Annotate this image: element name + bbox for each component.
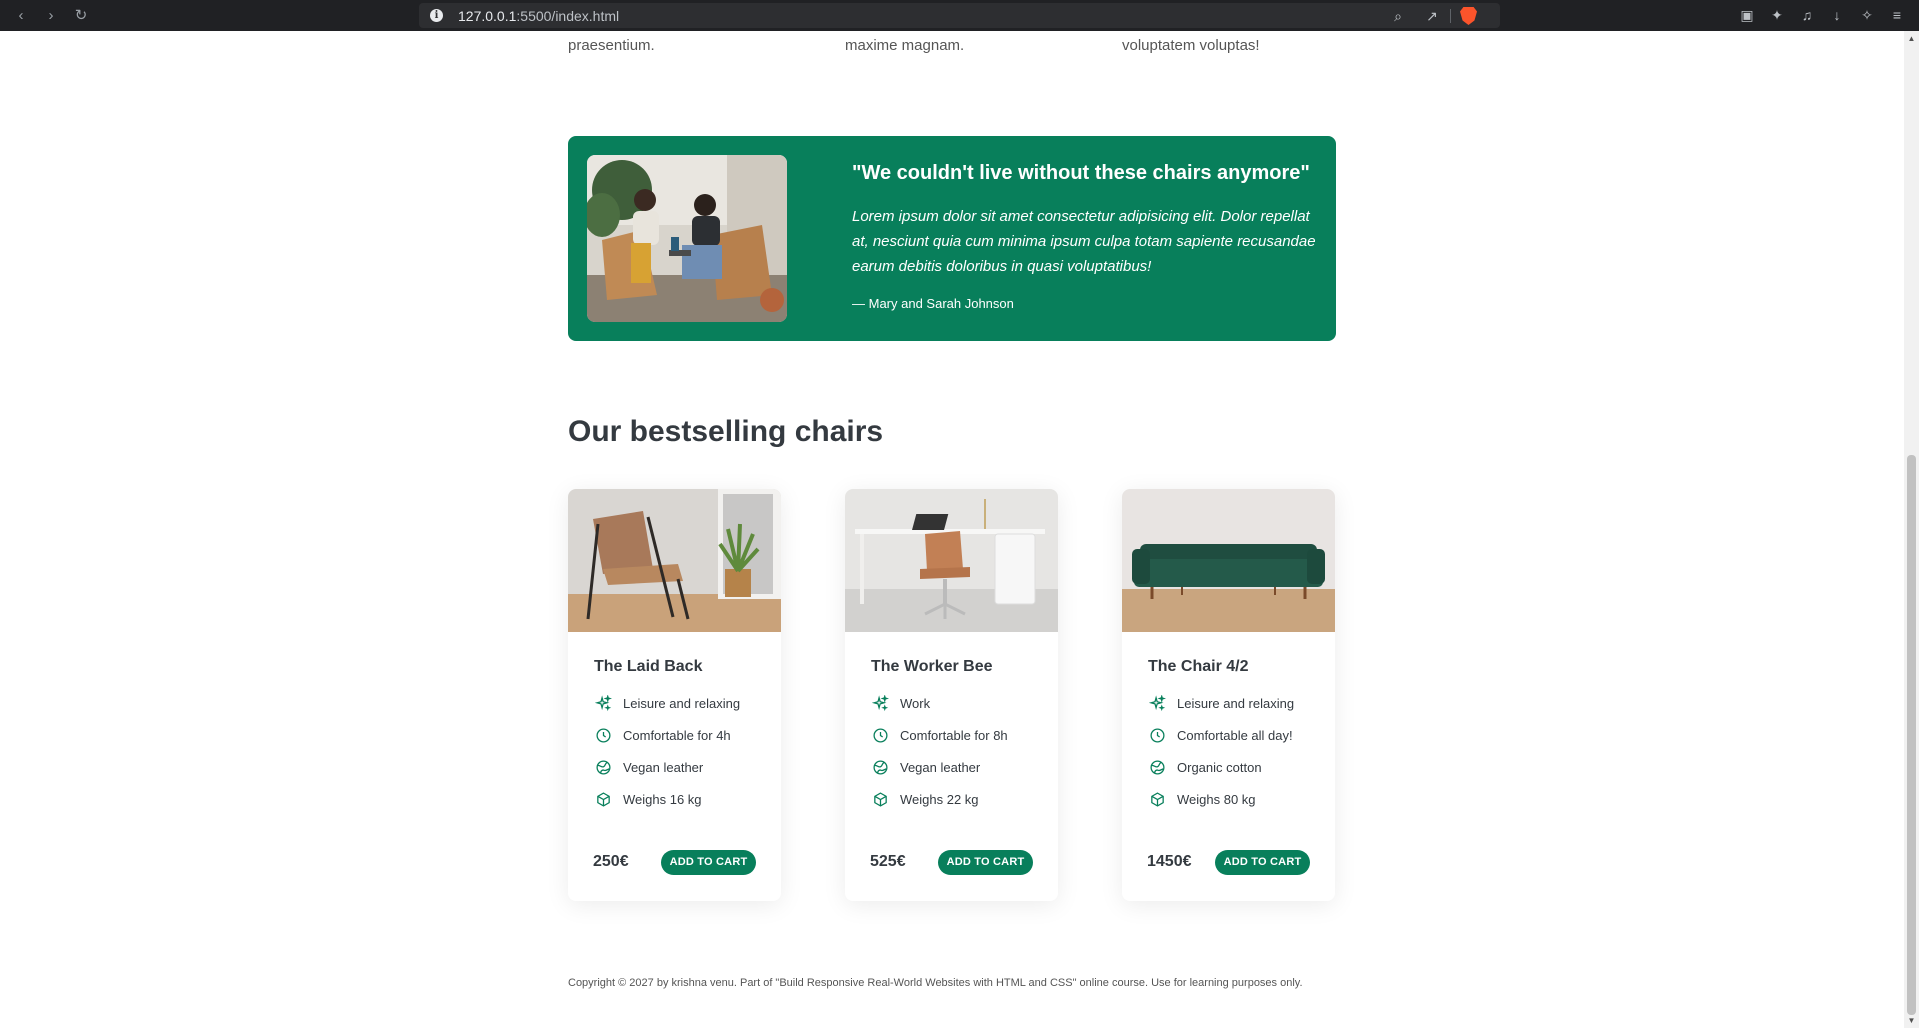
cube-icon (871, 790, 889, 808)
attribute-label: Vegan leather (623, 759, 704, 775)
add-to-cart-button[interactable]: ADD TO CART (938, 850, 1033, 875)
scroll-down-icon[interactable]: ▼ (1907, 1016, 1916, 1025)
attribute-label: Comfortable all day! (1177, 727, 1293, 743)
feature-text: voluptatem voluptas! (1122, 37, 1260, 54)
footer-copyright: Copyright © 2027 by krishna venu. Part o… (568, 977, 1303, 989)
clock-icon (1148, 726, 1166, 744)
sparkles-icon (594, 694, 612, 712)
address-bar[interactable]: i 127.0.0.1:5500/index.html ⌕ ↗ (419, 3, 1500, 28)
sidebar-icon[interactable]: ▣ (1738, 6, 1756, 24)
brave-shields-icon[interactable] (1460, 7, 1477, 25)
url-path: :5500/index.html (516, 8, 620, 24)
attribute-item: Organic cotton (1148, 757, 1262, 777)
product-price: 250€ (593, 853, 629, 870)
attribute-item: Weighs 80 kg (1148, 789, 1256, 809)
attribute-label: Comfortable for 8h (900, 727, 1008, 743)
testimonial-body: Lorem ipsum dolor sit amet consectetur a… (852, 208, 1316, 275)
attribute-label: Weighs 16 kg (623, 791, 702, 807)
page-scrollbar[interactable]: ▲ ▼ (1904, 31, 1919, 1028)
testimonial-author: — Mary and Sarah Johnson (852, 296, 1014, 311)
product-price: 525€ (870, 853, 906, 870)
page-content: praesentium. maxime magnam. voluptatem v… (0, 31, 1904, 1028)
section-heading: Our bestselling chairs (568, 415, 884, 448)
attribute-item: Work (871, 693, 930, 713)
add-to-cart-button[interactable]: ADD TO CART (661, 850, 756, 875)
attribute-item: Leisure and relaxing (594, 693, 740, 713)
product-image (1122, 489, 1335, 632)
product-price: 1450€ (1147, 853, 1192, 870)
testimonial-title: "We couldn't live without these chairs a… (852, 162, 1310, 184)
testimonial-card: "We couldn't live without these chairs a… (568, 136, 1336, 341)
download-icon[interactable]: ↓ (1828, 6, 1846, 24)
feature-text: praesentium. (568, 37, 655, 54)
attribute-item: Comfortable all day! (1148, 725, 1293, 745)
product-image (845, 489, 1058, 632)
url-text[interactable]: 127.0.0.1:5500/index.html (458, 8, 619, 24)
url-host: 127.0.0.1 (458, 8, 517, 24)
reload-icon[interactable]: ↻ (72, 7, 90, 25)
attribute-label: Leisure and relaxing (623, 695, 741, 711)
sparkles-icon (1148, 694, 1166, 712)
clock-icon (871, 726, 889, 744)
leo-ai-icon[interactable]: ✧ (1858, 6, 1876, 24)
attribute-label: Comfortable for 4h (623, 727, 731, 743)
attribute-item: Leisure and relaxing (1148, 693, 1294, 713)
attribute-label: Work (900, 695, 931, 711)
product-title: The Worker Bee (871, 658, 993, 675)
sparkles-icon (871, 694, 889, 712)
site-info-icon[interactable]: i (430, 9, 443, 22)
globe-icon (871, 758, 889, 776)
product-title: The Laid Back (594, 658, 703, 675)
menu-icon[interactable]: ≡ (1888, 6, 1906, 24)
product-image (568, 489, 781, 632)
clock-icon (594, 726, 612, 744)
media-icon[interactable]: ♫ (1798, 6, 1816, 24)
back-icon[interactable]: ‹ (12, 7, 30, 25)
attribute-item: Comfortable for 4h (594, 725, 731, 745)
globe-icon (1148, 758, 1166, 776)
attribute-label: Weighs 80 kg (1177, 791, 1256, 807)
share-icon[interactable]: ↗ (1423, 7, 1441, 25)
attribute-label: Organic cotton (1177, 759, 1262, 775)
product-card-worker-bee: The Worker Bee Work Comfortable for 8h V… (845, 489, 1058, 901)
scroll-up-icon[interactable]: ▲ (1907, 34, 1916, 43)
feature-text: maxime magnam. (845, 37, 965, 54)
product-title: The Chair 4/2 (1148, 658, 1249, 675)
attribute-item: Weighs 16 kg (594, 789, 702, 809)
attribute-item: Weighs 22 kg (871, 789, 979, 809)
product-card-laid-back: The Laid Back Leisure and relaxing Comfo… (568, 489, 781, 901)
attribute-item: Vegan leather (871, 757, 980, 777)
add-to-cart-button[interactable]: ADD TO CART (1215, 850, 1310, 875)
attribute-label: Vegan leather (900, 759, 981, 775)
address-separator (1450, 9, 1451, 23)
attribute-label: Weighs 22 kg (900, 791, 979, 807)
product-card-chair-4-2: The Chair 4/2 Leisure and relaxing Comfo… (1122, 489, 1335, 901)
extensions-icon[interactable]: ✦ (1768, 6, 1786, 24)
attribute-label: Leisure and relaxing (1177, 695, 1295, 711)
testimonial-image (587, 155, 787, 322)
attribute-item: Vegan leather (594, 757, 703, 777)
scrollbar-thumb[interactable] (1907, 455, 1916, 1015)
zoom-icon[interactable]: ⌕ (1389, 7, 1407, 25)
browser-toolbar: ‹ › ↻ i 127.0.0.1:5500/index.html ⌕ ↗ ▣ … (0, 0, 1919, 31)
attribute-item: Comfortable for 8h (871, 725, 1008, 745)
cube-icon (594, 790, 612, 808)
globe-icon (594, 758, 612, 776)
cube-icon (1148, 790, 1166, 808)
forward-icon[interactable]: › (42, 7, 60, 25)
